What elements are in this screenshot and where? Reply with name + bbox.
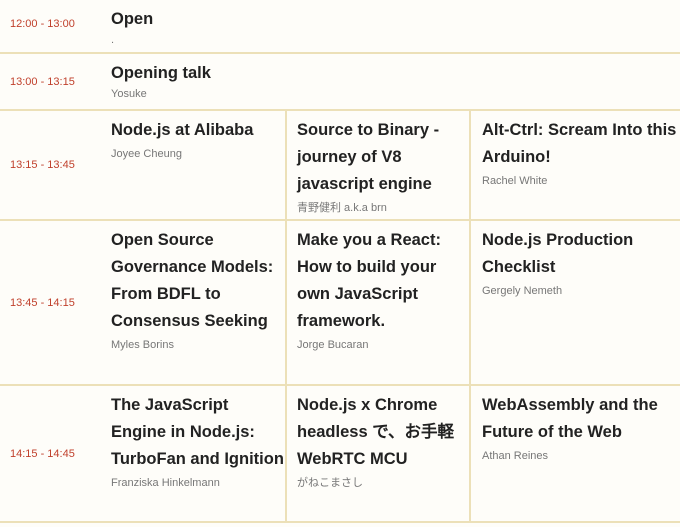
session-title[interactable]: The JavaScript Engine in Node.js: TurboF… — [111, 392, 285, 473]
session-title[interactable]: Opening talk — [111, 60, 680, 87]
session-title[interactable]: Make you a React: How to build your own … — [297, 227, 469, 335]
session-title[interactable]: Open Source Governance Models: From BDFL… — [111, 227, 285, 335]
session-title[interactable]: WebAssembly and the Future of the Web — [482, 392, 680, 446]
session-speaker: Franziska Hinkelmann — [111, 477, 220, 489]
session-cell[interactable]: Alt-Ctrl: Scream Into this Arduino! Rach… — [469, 111, 680, 219]
session-speaker: . — [111, 34, 115, 46]
session-title[interactable]: Alt-Ctrl: Scream Into this Arduino! — [482, 117, 680, 171]
session-cell[interactable]: Source to Binary - journey of V8 javascr… — [285, 111, 469, 219]
session-speaker: Athan Reines — [482, 450, 549, 462]
schedule-row: 14:15 - 14:45 The JavaScript Engine in N… — [0, 386, 680, 523]
session-cell[interactable]: Opening talk Yosuke — [101, 54, 680, 109]
session-speaker: Myles Borins — [111, 339, 174, 351]
schedule-row: 13:15 - 13:45 Node.js at Alibaba Joyee C… — [0, 111, 680, 221]
schedule-table: 12:00 - 13:00 Open . 13:00 - 13:15 Openi… — [0, 0, 680, 527]
session-cell[interactable]: Node.js at Alibaba Joyee Cheung — [101, 111, 285, 219]
session-speaker: がねこまさし — [297, 477, 363, 489]
session-title[interactable]: Node.js x Chrome headless で、お手軽WebRTC MC… — [297, 392, 469, 473]
time-slot: 13:15 - 13:45 — [10, 159, 75, 171]
session-speaker: Rachel White — [482, 175, 548, 187]
session-speaker: Yosuke — [111, 88, 147, 100]
session-speaker: Jorge Bucaran — [297, 339, 369, 351]
time-slot: 13:00 - 13:15 — [10, 76, 75, 88]
schedule-row: 13:00 - 13:15 Opening talk Yosuke — [0, 54, 680, 111]
session-cell[interactable]: The JavaScript Engine in Node.js: TurboF… — [101, 386, 285, 521]
session-speaker: Joyee Cheung — [111, 148, 182, 160]
session-title[interactable]: Node.js Production Checklist — [482, 227, 680, 281]
time-slot: 14:15 - 14:45 — [10, 448, 75, 460]
session-cell[interactable]: Open Source Governance Models: From BDFL… — [101, 221, 285, 384]
schedule-row: 12:00 - 13:00 Open . — [0, 0, 680, 54]
session-cell[interactable]: Open . — [101, 0, 680, 52]
session-title[interactable]: Node.js at Alibaba — [111, 117, 285, 144]
time-slot: 13:45 - 14:15 — [10, 297, 75, 309]
session-speaker: Gergely Nemeth — [482, 285, 563, 297]
session-title[interactable]: Source to Binary - journey of V8 javascr… — [297, 117, 469, 198]
session-title[interactable]: Open — [111, 6, 680, 33]
schedule-row: 13:45 - 14:15 Open Source Governance Mod… — [0, 221, 680, 386]
session-cell[interactable]: Node.js Production Checklist Gergely Nem… — [469, 221, 680, 384]
session-cell[interactable]: Node.js x Chrome headless で、お手軽WebRTC MC… — [285, 386, 469, 521]
session-speaker: 青野健利 a.k.a brn — [297, 202, 387, 214]
time-slot: 12:00 - 13:00 — [10, 18, 75, 30]
session-cell[interactable]: WebAssembly and the Future of the Web At… — [469, 386, 680, 521]
session-cell[interactable]: Make you a React: How to build your own … — [285, 221, 469, 384]
